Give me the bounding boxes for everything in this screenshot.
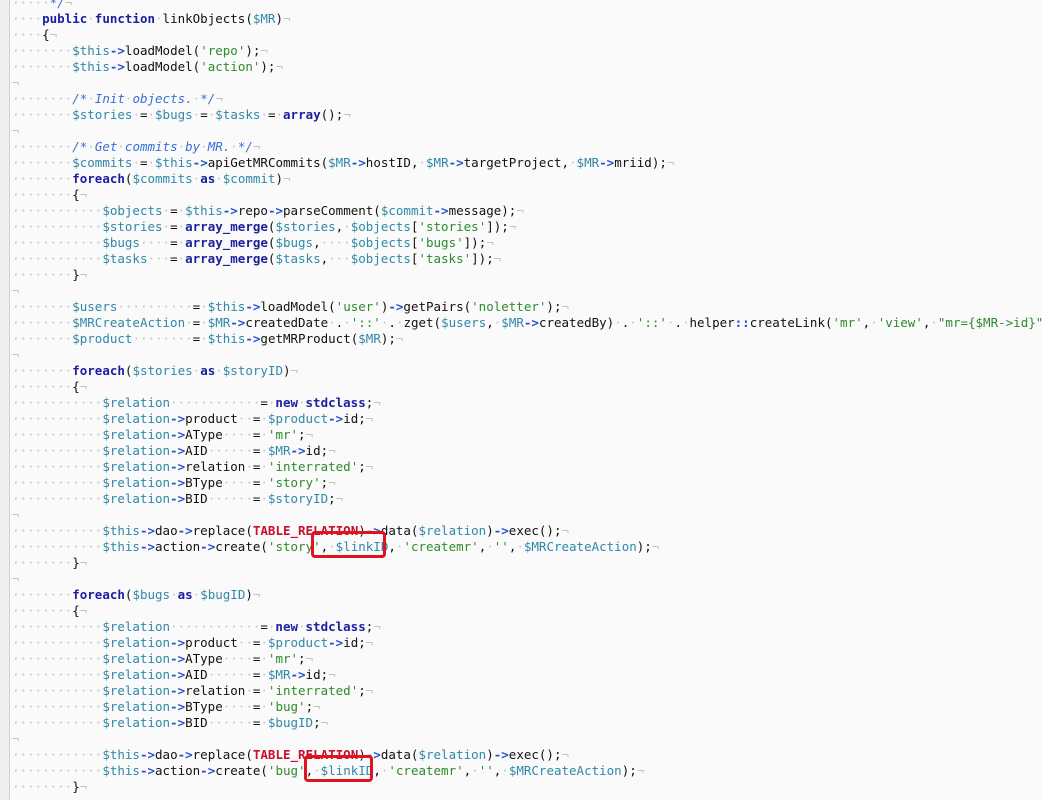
code-line[interactable]: ¬ (12, 123, 1042, 139)
code-line[interactable]: ············$relation->product··=·$produ… (12, 635, 1042, 651)
code-line[interactable]: ············$relation->BID······=·$story… (12, 491, 1042, 507)
code-line[interactable]: ········foreach($stories·as·$storyID)¬ (12, 363, 1042, 379)
code-line[interactable]: ········}¬ (12, 779, 1042, 795)
code-line[interactable]: ············$this->dao->replace(TABLE_RE… (12, 523, 1042, 539)
code-line[interactable]: ········foreach($bugs·as·$bugID)¬ (12, 587, 1042, 603)
code-line[interactable]: ····public·function·linkObjects($MR)¬ (12, 11, 1042, 27)
highlight-box-bug-linkid (304, 755, 373, 782)
code-line[interactable]: ············$relation->AID······=·$MR->i… (12, 667, 1042, 683)
code-line[interactable]: ············$relation············=·new·s… (12, 395, 1042, 411)
code-line[interactable]: ········$product········=·$this->getMRPr… (12, 331, 1042, 347)
code-line[interactable]: ¬ (12, 571, 1042, 587)
code-line[interactable]: ········$stories·=·$bugs·=·$tasks·=·arra… (12, 107, 1042, 123)
code-line[interactable]: ············$tasks···=·array_merge($task… (12, 251, 1042, 267)
code-line[interactable]: ········{¬ (12, 187, 1042, 203)
code-line[interactable]: ········$commits·=·$this->apiGetMRCommit… (12, 155, 1042, 171)
code-line[interactable]: ············$relation->BID······=·$bugID… (12, 715, 1042, 731)
code-line[interactable]: ········{¬ (12, 603, 1042, 619)
highlight-box-story-linkid (311, 531, 386, 558)
code-line[interactable]: ········$this->loadModel('action');¬ (12, 59, 1042, 75)
code-line[interactable]: ········$MRCreateAction·=·$MR->createdDa… (12, 315, 1042, 331)
editor-gutter (0, 0, 10, 800)
code-line[interactable]: ·····*/¬ (12, 0, 1042, 11)
code-line[interactable]: ············$relation->AType····=·'mr';¬ (12, 651, 1042, 667)
code-line[interactable]: ¬ (12, 347, 1042, 363)
code-line[interactable]: ············$this->action->create('bug',… (12, 763, 1042, 779)
code-line[interactable]: ········foreach($commits·as·$commit)¬ (12, 171, 1042, 187)
code-line[interactable]: ········/*·Init·objects.·*/¬ (12, 91, 1042, 107)
code-line[interactable]: ············$relation->AType····=·'mr';¬ (12, 427, 1042, 443)
code-line[interactable]: ············$relation->product··=·$produ… (12, 411, 1042, 427)
code-line[interactable]: ········}¬ (12, 555, 1042, 571)
code-editor[interactable]: ·····*/¬ ····public·function·linkObjects(… (12, 0, 1042, 795)
code-line[interactable]: ············$relation->BType····=·'story… (12, 475, 1042, 491)
code-line[interactable]: ············$this->action->create('story… (12, 539, 1042, 555)
code-line[interactable]: ········/*·Get·commits·by·MR.·*/¬ (12, 139, 1042, 155)
code-line[interactable]: ········$users··········=·$this->loadMod… (12, 299, 1042, 315)
code-line[interactable]: ¬ (12, 283, 1042, 299)
code-line[interactable]: ¬ (12, 731, 1042, 747)
code-line[interactable]: ············$objects·=·$this->repo->pars… (12, 203, 1042, 219)
code-line[interactable]: ········{¬ (12, 379, 1042, 395)
code-line[interactable]: ¬ (12, 75, 1042, 91)
code-line[interactable]: ········$this->loadModel('repo');¬ (12, 43, 1042, 59)
code-line[interactable]: ············$this->dao->replace(TABLE_RE… (12, 747, 1042, 763)
code-line[interactable]: ············$relation->AID······=·$MR->i… (12, 443, 1042, 459)
code-line[interactable]: ¬ (12, 507, 1042, 523)
code-line[interactable]: ············$relation->relation·=·'inter… (12, 683, 1042, 699)
code-line[interactable]: ············$relation············=·new·s… (12, 619, 1042, 635)
code-line[interactable]: ············$relation->BType····=·'bug';… (12, 699, 1042, 715)
code-line[interactable]: ············$relation->relation·=·'inter… (12, 459, 1042, 475)
code-line[interactable]: ············$stories·=·array_merge($stor… (12, 219, 1042, 235)
code-line[interactable]: ············$bugs····=·array_merge($bugs… (12, 235, 1042, 251)
code-line[interactable]: ····{¬ (12, 27, 1042, 43)
code-line[interactable]: ········}¬ (12, 267, 1042, 283)
